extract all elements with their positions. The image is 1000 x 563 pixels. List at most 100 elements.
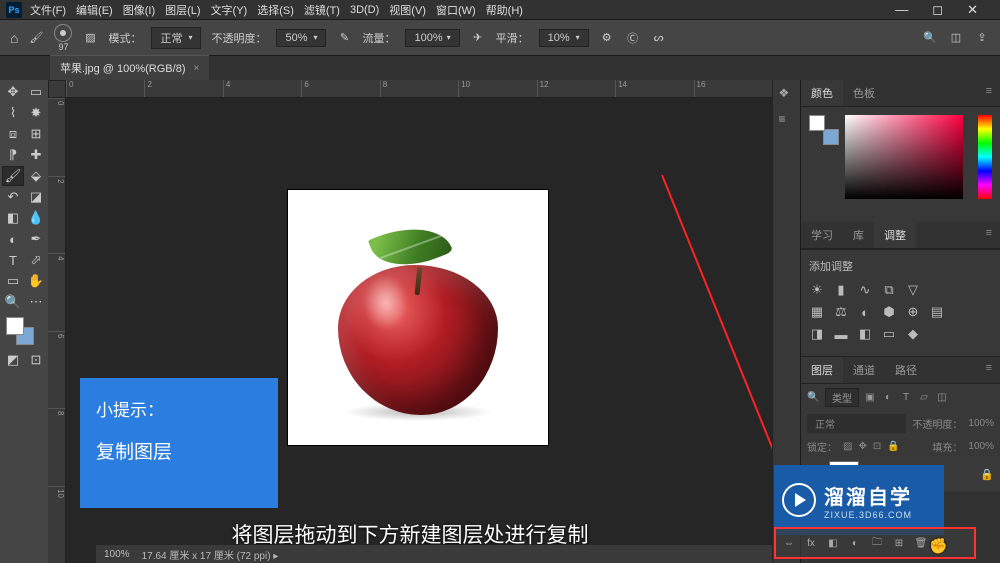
exposure-icon[interactable]: ⧉ bbox=[881, 282, 897, 298]
menu-window[interactable]: 窗口(W) bbox=[436, 2, 476, 18]
lock-pixels-icon[interactable]: ▨ bbox=[843, 441, 852, 452]
color-field[interactable] bbox=[845, 115, 963, 199]
tab-close-icon[interactable]: × bbox=[194, 63, 200, 74]
tab-adjustments[interactable]: 调整 bbox=[874, 222, 916, 248]
history-brush-tool[interactable]: ↶ bbox=[2, 187, 24, 207]
zoom-tool[interactable]: 🔍 bbox=[2, 292, 24, 312]
balance-icon[interactable]: ⚖ bbox=[833, 304, 849, 320]
pressure-size-icon[interactable]: Ⓒ bbox=[625, 30, 641, 46]
menu-select[interactable]: 选择(S) bbox=[257, 2, 294, 18]
panel-menu-icon[interactable]: ≡ bbox=[978, 80, 1000, 106]
filter-smart-icon[interactable]: ◫ bbox=[935, 392, 949, 403]
pen-tool[interactable]: ✒ bbox=[25, 229, 47, 249]
tab-learn[interactable]: 学习 bbox=[801, 222, 843, 248]
menu-view[interactable]: 视图(V) bbox=[389, 2, 426, 18]
dodge-tool[interactable]: ◐ bbox=[2, 229, 24, 249]
vibrance-icon[interactable]: ▽ bbox=[905, 282, 921, 298]
hand-tool[interactable]: ✋ bbox=[25, 271, 47, 291]
home-icon[interactable]: ⌂ bbox=[10, 30, 18, 46]
doc-info[interactable]: 17.64 厘米 x 17 厘米 (72 ppi) ▸ bbox=[142, 547, 279, 562]
history-icon[interactable]: ❖ bbox=[779, 86, 795, 102]
gradient-tool[interactable]: ◧ bbox=[2, 208, 24, 228]
smooth-settings-icon[interactable]: ⚙ bbox=[599, 30, 615, 46]
shape-tool[interactable]: ▭ bbox=[2, 271, 24, 291]
hue-slider[interactable] bbox=[978, 115, 992, 199]
posterize-icon[interactable]: ▬ bbox=[833, 326, 849, 342]
screenmode-tool[interactable]: ⊡ bbox=[25, 350, 47, 370]
menu-text[interactable]: 文字(Y) bbox=[211, 2, 248, 18]
symmetry-icon[interactable]: ᔕ bbox=[651, 30, 667, 46]
frame-tool[interactable]: ⊞ bbox=[25, 124, 47, 144]
lookup-icon[interactable]: ▤ bbox=[929, 304, 945, 320]
blur-tool[interactable]: 💧 bbox=[25, 208, 47, 228]
hue-icon[interactable]: ▦ bbox=[809, 304, 825, 320]
selective-color-icon[interactable]: ◆ bbox=[905, 326, 921, 342]
mask-icon[interactable]: ◧ bbox=[826, 538, 840, 549]
brush-tool[interactable]: 🖌 bbox=[2, 166, 24, 186]
filter-text-icon[interactable]: T bbox=[899, 392, 913, 403]
move-tool[interactable]: ✥ bbox=[2, 82, 24, 102]
filter-type-select[interactable]: 类型 bbox=[825, 388, 859, 407]
airbrush-icon[interactable]: ✈ bbox=[470, 30, 486, 46]
ruler-vertical[interactable]: 0246810 bbox=[48, 98, 66, 563]
blend-mode-select[interactable]: 正常 bbox=[151, 27, 201, 49]
link-icon[interactable]: ⇔ bbox=[782, 538, 796, 549]
menu-edit[interactable]: 编辑(E) bbox=[76, 2, 113, 18]
adjust-layer-icon[interactable]: ◐ bbox=[848, 538, 862, 549]
tab-libraries[interactable]: 库 bbox=[843, 222, 874, 248]
menu-help[interactable]: 帮助(H) bbox=[486, 2, 523, 18]
crop-tool[interactable]: ⧈ bbox=[2, 124, 24, 144]
fg-bg-swatch[interactable] bbox=[809, 115, 833, 139]
menu-file[interactable]: 文件(F) bbox=[30, 2, 66, 18]
search-icon[interactable]: 🔍 bbox=[922, 30, 938, 46]
menu-layer[interactable]: 图层(L) bbox=[165, 2, 200, 18]
fx-icon[interactable]: fx bbox=[804, 538, 818, 549]
marquee-tool[interactable]: ▭ bbox=[25, 82, 47, 102]
eraser-tool[interactable]: ◪ bbox=[25, 187, 47, 207]
threshold-icon[interactable]: ◧ bbox=[857, 326, 873, 342]
lock-position-icon[interactable]: ✥ bbox=[858, 441, 866, 452]
mixer-icon[interactable]: ⊕ bbox=[905, 304, 921, 320]
levels-icon[interactable]: ▮ bbox=[833, 282, 849, 298]
tab-channels[interactable]: 通道 bbox=[843, 357, 885, 383]
bw-icon[interactable]: ◐ bbox=[857, 304, 873, 320]
menu-filter[interactable]: 滤镜(T) bbox=[304, 2, 340, 18]
color-swatches[interactable] bbox=[2, 313, 47, 349]
quickmask-tool[interactable]: ◩ bbox=[2, 350, 24, 370]
type-tool[interactable]: T bbox=[2, 250, 24, 270]
filter-adjust-icon[interactable]: ◐ bbox=[881, 392, 895, 403]
close-icon[interactable]: ✕ bbox=[967, 2, 978, 18]
lasso-tool[interactable]: ⌇ bbox=[2, 103, 24, 123]
eyedropper-tool[interactable]: ⁋ bbox=[2, 145, 24, 165]
lock-artboard-icon[interactable]: ⊡ bbox=[873, 441, 881, 452]
minimize-icon[interactable]: — bbox=[895, 2, 908, 18]
heal-tool[interactable]: ✚ bbox=[25, 145, 47, 165]
smooth-select[interactable]: 10% bbox=[539, 29, 589, 47]
panel-menu-icon[interactable]: ≡ bbox=[978, 222, 1000, 248]
gradient-map-icon[interactable]: ▭ bbox=[881, 326, 897, 342]
curves-icon[interactable]: ∿ bbox=[857, 282, 873, 298]
filter-pixel-icon[interactable]: ▣ bbox=[863, 392, 877, 403]
brush-preview[interactable] bbox=[54, 24, 72, 42]
workspace-icon[interactable]: ◫ bbox=[948, 30, 964, 46]
share-icon[interactable]: ⇪ bbox=[974, 30, 990, 46]
invert-icon[interactable]: ◨ bbox=[809, 326, 825, 342]
quick-select-tool[interactable]: ✸ bbox=[25, 103, 47, 123]
group-icon[interactable]: 🗀 bbox=[870, 535, 884, 552]
flow-select[interactable]: 100% bbox=[405, 29, 459, 47]
fill-value[interactable]: 100% bbox=[968, 441, 994, 452]
filter-search-icon[interactable]: 🔍 bbox=[807, 392, 821, 403]
photo-filter-icon[interactable]: ⬢ bbox=[881, 304, 897, 320]
tab-paths[interactable]: 路径 bbox=[885, 357, 927, 383]
document-tab[interactable]: 苹果.jpg @ 100%(RGB/8) × bbox=[50, 55, 209, 80]
path-select-tool[interactable]: ⬀ bbox=[25, 250, 47, 270]
delete-icon[interactable]: 🗑 bbox=[914, 538, 928, 549]
lock-all-icon[interactable]: 🔒 bbox=[887, 441, 899, 452]
tab-swatches[interactable]: 色板 bbox=[843, 80, 885, 106]
maximize-icon[interactable]: ◻ bbox=[932, 2, 943, 18]
pressure-opacity-icon[interactable]: ✎ bbox=[336, 30, 352, 46]
edit-toolbar[interactable]: ⋯ bbox=[25, 292, 47, 312]
ruler-horizontal[interactable]: 0246810121416 bbox=[66, 80, 772, 98]
properties-icon[interactable]: ≡ bbox=[779, 112, 795, 128]
panel-menu-icon[interactable]: ≡ bbox=[978, 357, 1000, 383]
